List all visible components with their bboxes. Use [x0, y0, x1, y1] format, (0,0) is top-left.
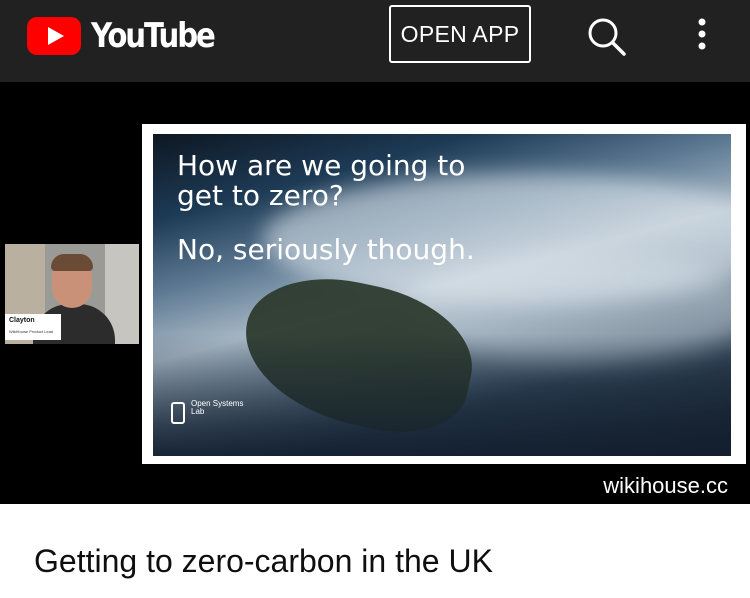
slide-subheading: No, seriously though. — [177, 233, 475, 266]
youtube-play-icon — [27, 17, 81, 55]
top-app-bar: YouTube OPEN APP — [0, 0, 750, 82]
speaker-name: Clayton — [9, 317, 35, 324]
speaker-webcam: Clayton WikiHouse Product Lead — [5, 244, 139, 344]
speaker-name-tag: Clayton WikiHouse Product Lead — [5, 314, 61, 340]
speaker-role: WikiHouse Product Lead — [9, 329, 54, 334]
logo-text: YouTube — [91, 16, 216, 56]
video-player[interactable]: Clayton WikiHouse Product Lead How are w… — [0, 82, 750, 504]
earth-sea-shadow — [153, 334, 731, 456]
slide-heading-line-1: How are we going to — [177, 149, 466, 182]
video-title[interactable]: Getting to zero-carbon in the UK — [34, 543, 493, 580]
search-icon — [588, 18, 626, 56]
youtube-logo[interactable]: YouTube — [27, 16, 234, 56]
video-watermark: wikihouse.cc — [603, 473, 728, 498]
slide-heading-line-2: get to zero? — [177, 179, 344, 212]
more-vert-icon — [698, 18, 706, 50]
presentation-slide: How are we going to get to zero? No, ser… — [153, 134, 731, 456]
search-button[interactable] — [584, 14, 628, 58]
speaker-hair — [51, 254, 93, 271]
open-app-button[interactable]: OPEN APP — [389, 5, 531, 63]
presentation-slide-frame: How are we going to get to zero? No, ser… — [142, 124, 746, 464]
open-systems-lab-logo-icon — [171, 402, 185, 424]
more-options-button[interactable] — [688, 14, 716, 58]
open-systems-lab-logo-text: Open Systems Lab — [191, 399, 244, 416]
